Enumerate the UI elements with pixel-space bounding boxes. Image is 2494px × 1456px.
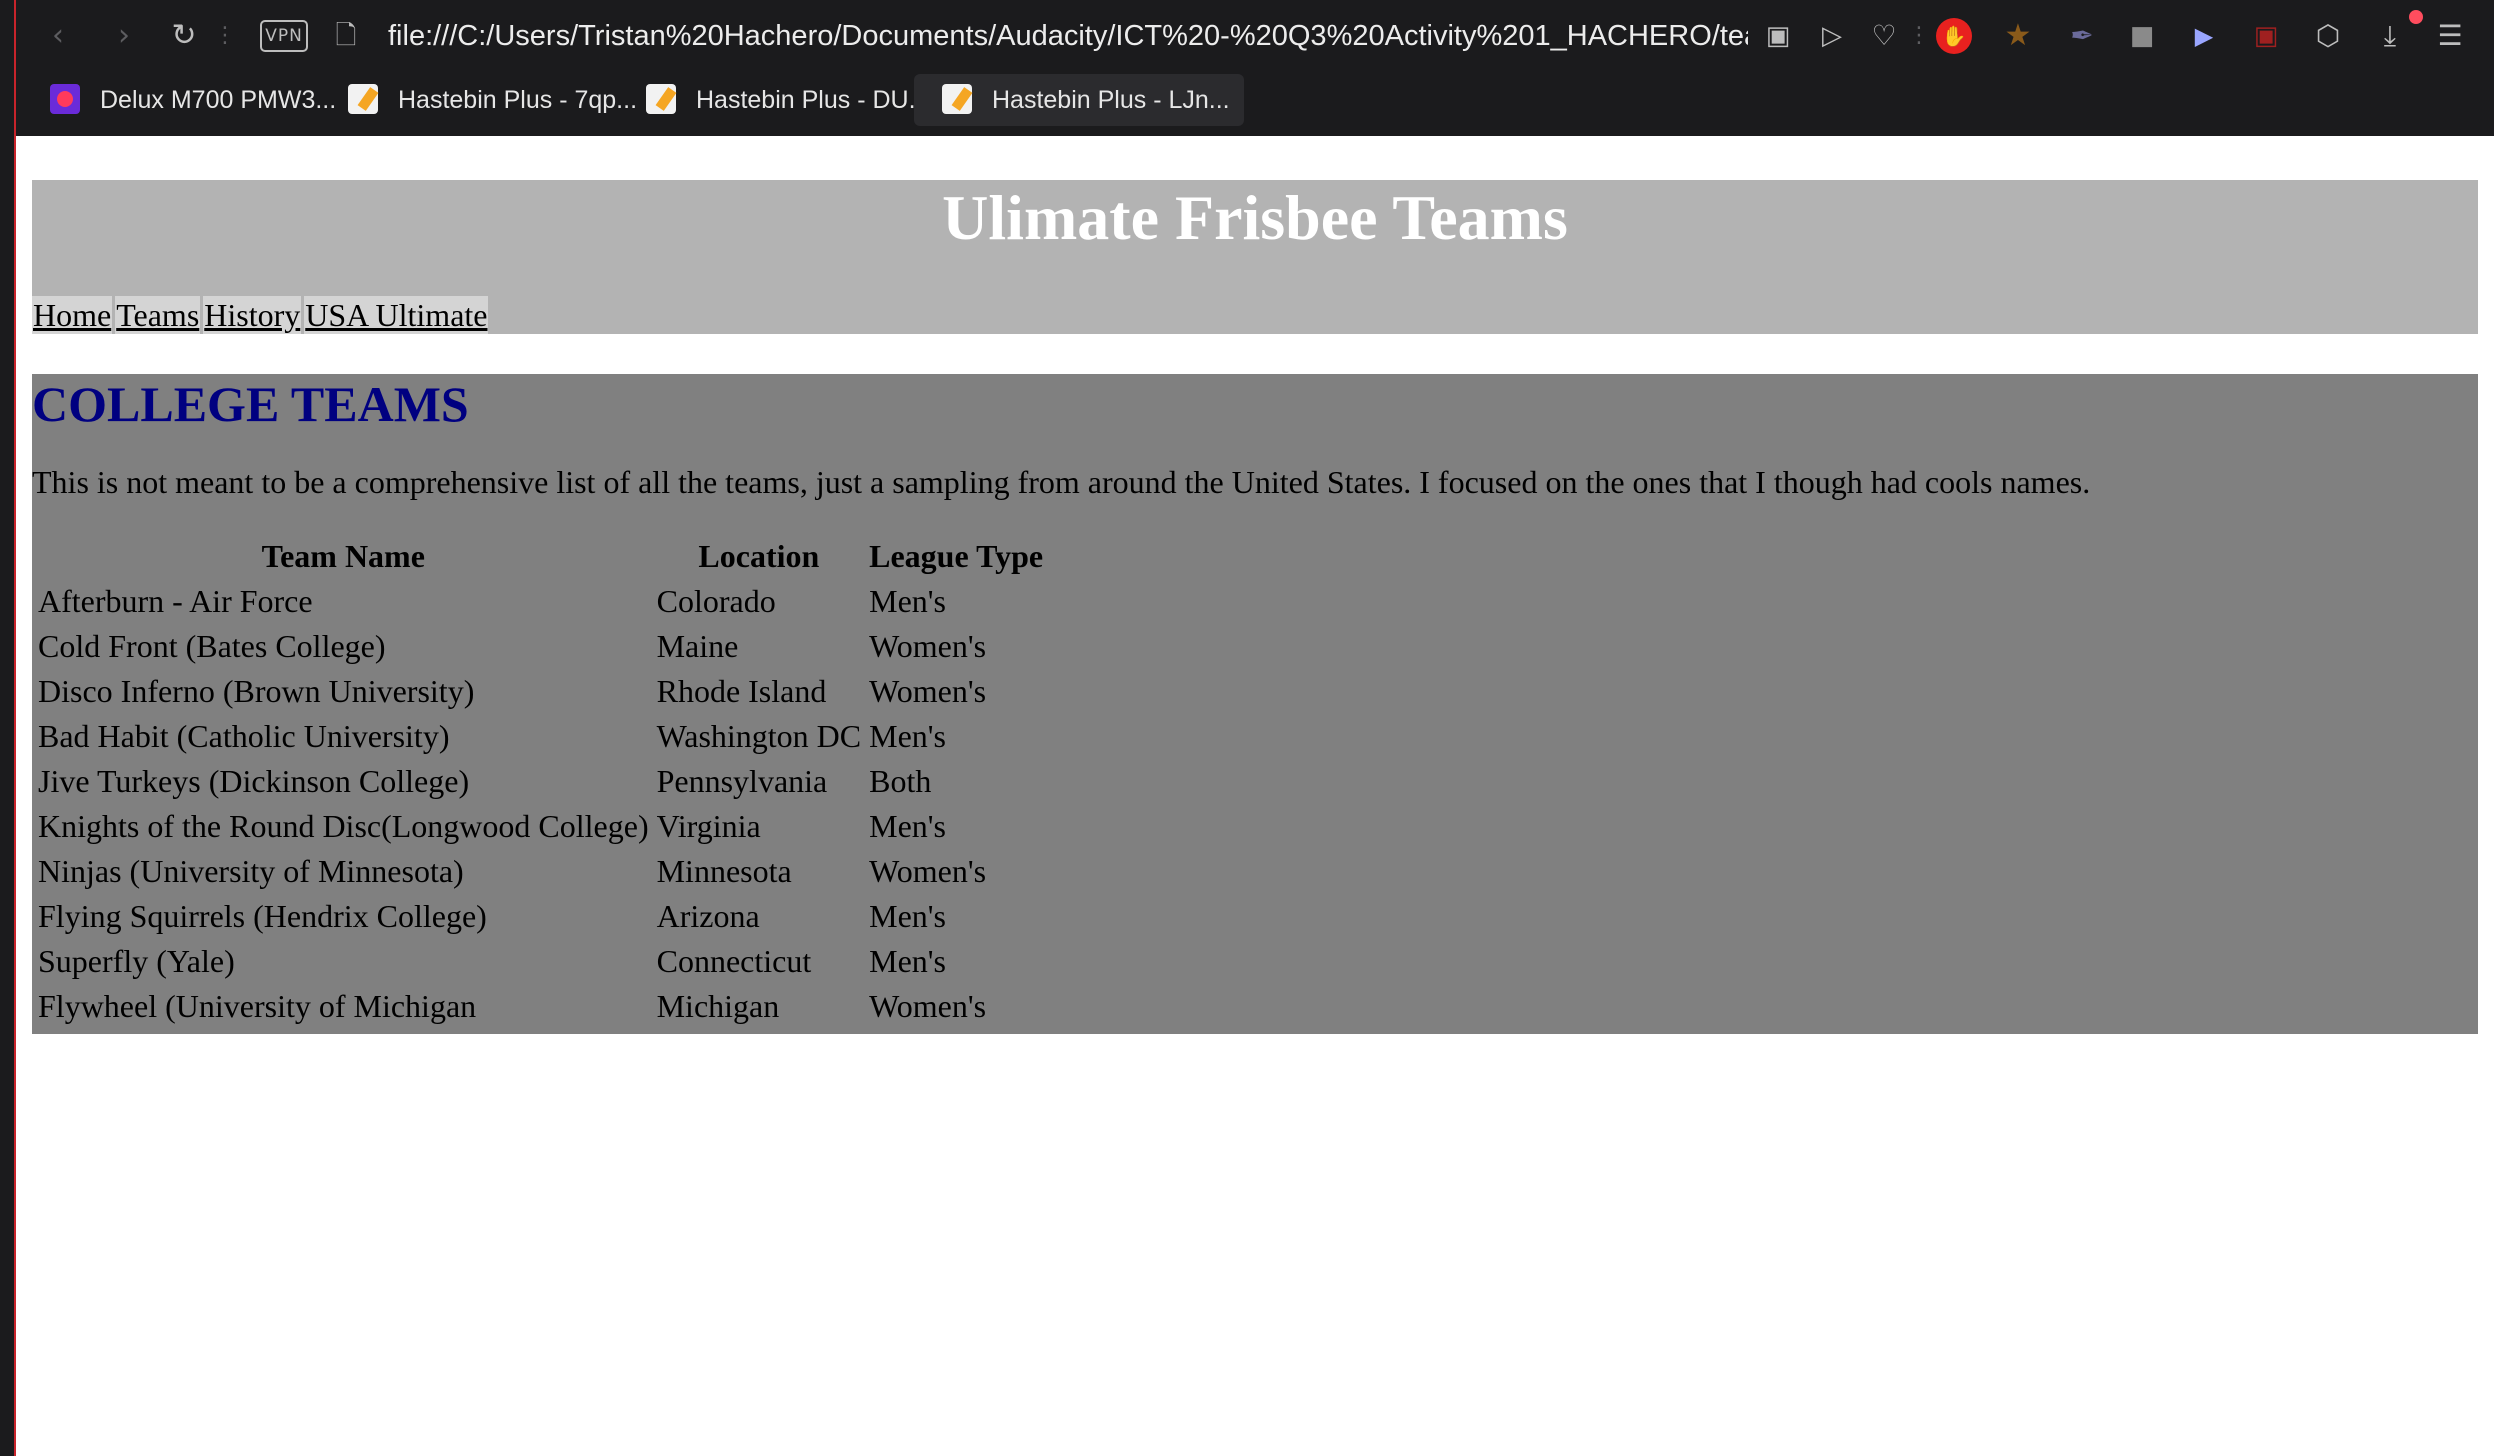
table-row: Superfly (Yale) Connecticut Men's: [36, 939, 1045, 984]
notification-dot: [2409, 10, 2423, 24]
bookmark-label: Hastebin Plus - LJn...: [992, 86, 1230, 114]
page-title: Ulimate Frisbee Teams: [942, 182, 1568, 253]
teams-table: Team Name Location League Type Afterburn…: [32, 534, 1049, 1029]
site-header: Ulimate Frisbee Teams Home Teams History US…: [32, 180, 2478, 334]
web-page: Ulimate Frisbee Teams Home Teams History US…: [32, 136, 2478, 1456]
page-icon[interactable]: 🗋: [326, 14, 366, 58]
cell-team-name: Cold Front (Bates College): [38, 628, 386, 664]
arrow-right-icon[interactable]: ›: [104, 14, 144, 58]
cell-location: Arizona: [656, 898, 760, 934]
table-row: Flywheel (University of Michigan Michigan…: [36, 984, 1045, 1029]
media-extension-icon[interactable]: ■: [2120, 14, 2164, 58]
nav-link-teams[interactable]: Teams: [115, 296, 201, 334]
search-extension-icon[interactable]: ▣: [2244, 14, 2288, 58]
cell-location: Colorado: [656, 583, 776, 619]
menu-icon[interactable]: ☰: [2428, 14, 2472, 58]
bookmark-item[interactable]: Hastebin Plus - DU...: [636, 74, 939, 126]
cell-location: Michigan: [656, 988, 780, 1024]
vpn-badge[interactable]: VPN: [260, 20, 308, 52]
reload-icon[interactable]: ↻: [162, 14, 206, 58]
table-row: Afterburn - Air Force Colorado Men's: [36, 579, 1045, 624]
table-row: Disco Inferno (Brown University) Rhode Is…: [36, 669, 1045, 714]
bookmarks-bar: Delux M700 PMW3... Hastebin Plus - 7qp..…: [16, 72, 2494, 136]
cell-league-type: Men's: [869, 808, 946, 844]
send-icon[interactable]: ▷: [1810, 14, 1854, 58]
window-edge: [0, 0, 16, 1456]
column-header-location: Location: [698, 538, 820, 574]
cell-team-name: Flywheel (University of Michigan: [38, 988, 477, 1024]
bookmark-item[interactable]: Hastebin Plus - 7qp...: [338, 74, 647, 126]
cell-location: Pennsylvania: [656, 763, 828, 799]
address-bar[interactable]: file:///C:/Users/Tristan%20Hachero/Docum…: [388, 14, 1748, 58]
bookmark-label: Delux M700 PMW3...: [100, 86, 337, 114]
cell-location: Maine: [656, 628, 739, 664]
bookmark-item[interactable]: Delux M700 PMW3...: [40, 74, 346, 126]
cell-league-type: Men's: [869, 898, 946, 934]
table-row: Jive Turkeys (Dickinson College) Pennsylv…: [36, 759, 1045, 804]
bookmark-item[interactable]: Hastebin Plus - LJn...: [914, 74, 1244, 126]
camera-icon[interactable]: ▣: [1756, 14, 1800, 58]
nav-link-usa-ultimate[interactable]: USA Ultimate: [304, 296, 489, 334]
cell-location: Rhode Island: [656, 673, 827, 709]
delux-icon: [50, 84, 80, 115]
hand-stop-icon[interactable]: ✋: [1936, 18, 1972, 54]
bookmark-label: Hastebin Plus - DU...: [696, 86, 930, 114]
cell-team-name: Jive Turkeys (Dickinson College): [38, 763, 470, 799]
cell-league-type: Women's: [869, 853, 987, 889]
table-row: Ninjas (University of Minnesota) Minnesot…: [36, 849, 1045, 894]
nav-link-home[interactable]: Home: [32, 296, 113, 334]
cell-team-name: Afterburn - Air Force: [38, 583, 313, 619]
cell-location: Washington DC: [656, 718, 862, 754]
table-header-row: Team Name Location League Type: [36, 534, 1045, 579]
cell-league-type: Women's: [869, 673, 987, 709]
column-header-team-name: Team Name: [261, 538, 425, 574]
main-content: COLLEGE TEAMS This is not meant to be a …: [32, 374, 2478, 1034]
nav-bar: Home Teams History USA Ultimate: [32, 296, 491, 334]
cell-team-name: Disco Inferno (Brown University): [38, 673, 475, 709]
cell-league-type: Women's: [869, 988, 987, 1024]
notepad-icon: [348, 84, 378, 115]
cell-location: Connecticut: [656, 943, 812, 979]
star-extension-icon[interactable]: ★: [1996, 14, 2040, 58]
cell-league-type: Both: [869, 763, 932, 799]
cell-team-name: Bad Habit (Catholic University): [38, 718, 450, 754]
notepad-icon: [646, 84, 676, 115]
cell-team-name: Flying Squirrels (Hendrix College): [38, 898, 487, 934]
play-extension-icon[interactable]: ▶: [2182, 14, 2226, 58]
cell-league-type: Men's: [869, 583, 946, 619]
nav-link-history[interactable]: History: [203, 296, 302, 334]
bookmark-label: Hastebin Plus - 7qp...: [398, 86, 638, 114]
separator-icon: ⋮: [214, 23, 236, 48]
notepad-icon: [942, 84, 972, 115]
cell-league-type: Men's: [869, 718, 946, 754]
table-row: Flying Squirrels (Hendrix College) Arizon…: [36, 894, 1045, 939]
intro-paragraph: This is not meant to be a comprehensive …: [32, 464, 2091, 500]
arrow-left-icon[interactable]: ‹: [38, 14, 78, 58]
cell-league-type: Women's: [869, 628, 987, 664]
cell-team-name: Ninjas (University of Minnesota): [38, 853, 464, 889]
column-header-league-type: League Type: [869, 538, 1044, 574]
section-title: COLLEGE TEAMS: [32, 376, 469, 432]
browser-toolbar: ‹ › ↻ ⋮ VPN 🗋 file:///C:/Users/Tristan%2…: [16, 0, 2494, 72]
cell-location: Minnesota: [656, 853, 792, 889]
table-row: Bad Habit (Catholic University) Washingto…: [36, 714, 1045, 759]
cell-league-type: Men's: [869, 943, 946, 979]
table-row: Cold Front (Bates College) Maine Women's: [36, 624, 1045, 669]
download-icon[interactable]: ⤓: [2368, 14, 2412, 58]
separator-icon: ⋮: [1908, 23, 1930, 48]
browser-window: ‹ › ↻ ⋮ VPN 🗋 file:///C:/Users/Tristan%2…: [0, 0, 2494, 1456]
cube-icon[interactable]: ⬡: [2306, 14, 2350, 58]
cell-team-name: Knights of the Round Disc(Longwood Colle…: [38, 808, 649, 844]
quill-extension-icon[interactable]: ✒: [2060, 14, 2104, 58]
cell-team-name: Superfly (Yale): [38, 943, 235, 979]
cell-location: Virginia: [656, 808, 761, 844]
heart-icon[interactable]: ♡: [1862, 14, 1906, 58]
table-row: Knights of the Round Disc(Longwood Colle…: [36, 804, 1045, 849]
